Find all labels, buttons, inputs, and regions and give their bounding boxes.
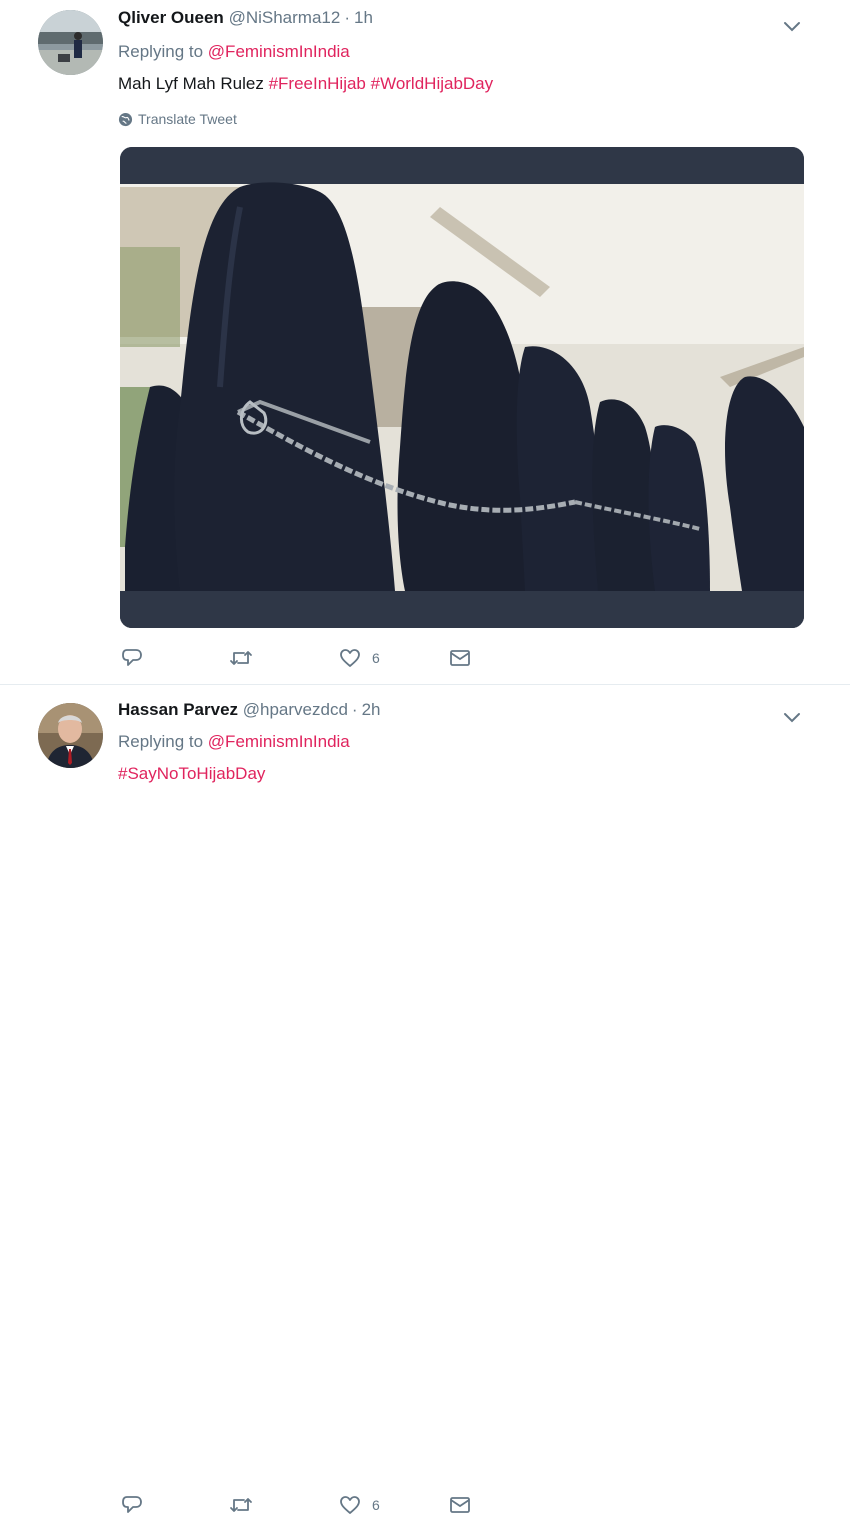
heart-icon: [340, 1496, 360, 1514]
author-name[interactable]: Hassan Parvez: [118, 700, 238, 719]
timestamp[interactable]: 1h: [354, 8, 373, 27]
tweet[interactable]: Hassan Parvez @hparvezdcd · 2h Replying to…: [0, 685, 850, 1514]
like-count: 6: [372, 1497, 380, 1513]
tweet-actions: 6: [120, 1493, 480, 1519]
replying-to-link[interactable]: @FeminismInIndia: [208, 732, 350, 751]
tweet-actions: 6: [120, 646, 480, 672]
author-name[interactable]: Qliver Oueen: [118, 8, 224, 27]
replying-prefix: Replying to: [118, 732, 204, 751]
retweet-button[interactable]: [228, 646, 254, 670]
direct-message-button[interactable]: [448, 1493, 472, 1517]
reply-button[interactable]: [120, 646, 144, 670]
tweet-media-image[interactable]: [120, 147, 804, 628]
hashtag-link[interactable]: #SayNoToHijabDay: [118, 764, 265, 783]
replying-prefix: Replying to: [118, 42, 204, 61]
tweet-header: Qliver Oueen @NiSharma12 · 1h: [118, 8, 373, 28]
replying-to-link[interactable]: @FeminismInIndia: [208, 42, 350, 61]
chevron-down-icon[interactable]: [780, 14, 804, 38]
reply-icon: [122, 649, 142, 666]
translate-label[interactable]: Translate Tweet: [138, 111, 237, 127]
envelope-icon: [450, 1497, 470, 1513]
globe-icon: [118, 112, 133, 126]
avatar[interactable]: [38, 703, 103, 768]
author-handle[interactable]: @hparvezdcd: [243, 700, 348, 719]
reply-button[interactable]: [120, 1493, 144, 1517]
replying-to: Replying to @FeminismInIndia: [118, 42, 350, 62]
tweet-text: #SayNoToHijabDay: [118, 764, 265, 784]
tweet-text-plain: Mah Lyf Mah Rulez: [118, 74, 264, 93]
heart-icon: [340, 649, 360, 667]
separator-dot: ·: [344, 8, 350, 27]
tweet-text: Mah Lyf Mah Rulez #FreeInHijab #WorldHij…: [118, 74, 493, 94]
chevron-down-icon[interactable]: [780, 705, 804, 729]
hashtag-link[interactable]: #WorldHijabDay: [371, 74, 494, 93]
retweet-icon: [230, 1498, 252, 1512]
avatar[interactable]: [38, 10, 103, 75]
author-handle[interactable]: @NiSharma12: [229, 8, 341, 27]
tweet-header: Hassan Parvez @hparvezdcd · 2h: [118, 700, 381, 720]
tweet[interactable]: Qliver Oueen @NiSharma12 · 1h Replying to …: [0, 0, 850, 685]
retweet-button[interactable]: [228, 1493, 254, 1517]
timestamp[interactable]: 2h: [362, 700, 381, 719]
retweet-icon: [230, 651, 252, 665]
reply-icon: [122, 1496, 142, 1513]
like-button[interactable]: 6: [338, 1493, 380, 1517]
translate-tweet[interactable]: Translate Tweet: [118, 111, 237, 127]
like-count: 6: [372, 650, 380, 666]
direct-message-button[interactable]: [448, 646, 472, 670]
envelope-icon: [450, 650, 470, 666]
separator-dot: ·: [351, 700, 358, 719]
hashtag-link[interactable]: #FreeInHijab: [269, 74, 366, 93]
like-button[interactable]: 6: [338, 646, 380, 670]
replying-to: Replying to @FeminismInIndia: [118, 732, 350, 752]
